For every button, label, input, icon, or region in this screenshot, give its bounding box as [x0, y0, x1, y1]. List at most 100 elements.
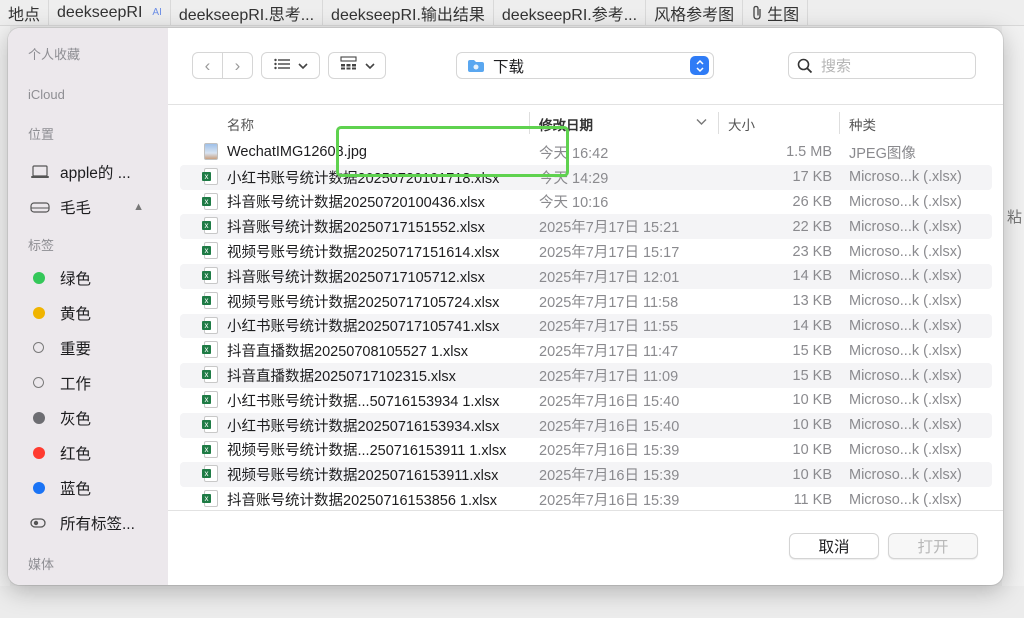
file-date: 2025年7月17日 11:55 — [539, 319, 679, 336]
file-name: 抖音账号统计数据20250720100436.xlsx — [227, 195, 485, 212]
excel-file-icon — [202, 390, 218, 408]
selection-highlight-box — [336, 126, 569, 177]
sidebar-item-tag[interactable]: 红色 — [8, 435, 168, 470]
cancel-button[interactable]: 取消 — [789, 533, 879, 559]
excel-file-icon — [202, 341, 218, 359]
file-row[interactable]: 抖音账号统计数据20250717151552.xlsx 2025年7月17日 15… — [180, 214, 992, 240]
file-row[interactable]: 视频号账号统计数据20250717151614.xlsx 2025年7月17日 1… — [180, 239, 992, 264]
column-name[interactable]: 名称 — [227, 114, 254, 134]
background-tab[interactable]: deekseepRI.思考... — [171, 0, 324, 25]
file-date: 2025年7月17日 12:01 — [539, 269, 680, 286]
tag-hollow-dot-icon — [30, 342, 54, 353]
sidebar-section-media: 媒体 — [28, 557, 55, 572]
search-icon — [797, 58, 813, 74]
eject-icon[interactable]: ▲ — [133, 201, 144, 213]
sidebar-item-tag[interactable]: 绿色 — [8, 260, 168, 295]
toolbar: ‹ › 下载 搜索 — [168, 28, 1003, 104]
sidebar-item-tag[interactable]: 黄色 — [8, 295, 168, 330]
sidebar-item-label: 灰色 — [60, 410, 92, 428]
open-button[interactable]: 打开 — [888, 533, 978, 559]
file-row[interactable]: 视频号账号统计数据...250716153911 1.xlsx 2025年7月16… — [180, 438, 992, 463]
background-tab[interactable]: deekseepRI AI — [49, 0, 171, 25]
file-size: 10 KB — [792, 392, 833, 409]
navigation-buttons: ‹ › — [192, 52, 253, 79]
group-view-button[interactable] — [328, 52, 386, 79]
sidebar-section-tags: 标签 — [28, 238, 55, 253]
file-date: 2025年7月17日 11:58 — [539, 294, 679, 311]
file-name: 抖音直播数据20250717102315.xlsx — [227, 369, 456, 386]
column-size[interactable]: 大小 — [728, 114, 755, 134]
file-browser: ‹ › 下载 搜索 名称 修改日期 大小 种类 WechatIMG12608.j… — [168, 28, 1003, 585]
file-kind: JPEG图像 — [849, 145, 916, 162]
file-row[interactable]: 小红书账号统计数据20250720101718.xlsx今天 14:2917 K… — [180, 164, 992, 190]
file-size: 14 KB — [792, 317, 833, 334]
grid-icon — [339, 56, 357, 75]
sidebar: 个人收藏 iCloud 位置 apple的 ... 毛毛 ▲ 标签 绿色 黄色 重要… — [8, 28, 168, 585]
file-row[interactable]: 小红书账号统计数据20250717105741.xlsx 2025年7月17日 1… — [180, 313, 992, 339]
file-row[interactable]: 抖音账号统计数据20250716153856 1.xlsx 2025年7月16日 … — [180, 487, 992, 510]
background-tab[interactable]: 风格参考图 — [646, 0, 744, 25]
search-placeholder: 搜索 — [821, 58, 852, 75]
forward-button[interactable]: › — [222, 53, 252, 78]
background-tab[interactable]: 生图 — [743, 0, 809, 25]
sidebar-section-icloud[interactable]: iCloud — [8, 80, 168, 120]
location-popup[interactable]: 下载 — [456, 52, 714, 79]
sidebar-item-tag[interactable]: 重要 — [8, 330, 168, 365]
file-row[interactable]: 抖音直播数据20250717102315.xlsx 2025年7月17日 11:0… — [180, 363, 992, 388]
chevron-down-icon[interactable] — [696, 114, 707, 129]
list-view-button[interactable] — [261, 52, 320, 79]
file-kind: Microso...k (.xlsx) — [849, 491, 962, 508]
file-name: 视频号账号统计数据20250717151614.xlsx — [227, 245, 500, 262]
drive-icon — [30, 200, 54, 214]
file-kind: Microso...k (.xlsx) — [849, 392, 962, 409]
sidebar-item-tag[interactable]: 蓝色 — [8, 470, 168, 505]
tag-hollow-dot-icon — [30, 377, 54, 388]
file-kind: Microso...k (.xlsx) — [849, 417, 962, 434]
file-list: WechatIMG12608.jpg今天 16:421.5 MBJPEG图像小红… — [180, 140, 992, 510]
all-tags-icon — [30, 517, 54, 529]
column-kind[interactable]: 种类 — [849, 114, 876, 134]
excel-file-icon — [202, 167, 218, 185]
image-file-icon — [204, 143, 218, 160]
excel-file-icon — [202, 291, 218, 309]
sidebar-item-tag[interactable]: 灰色 — [8, 400, 168, 435]
file-date: 2025年7月16日 15:40 — [539, 393, 680, 410]
back-button[interactable]: ‹ — [193, 53, 222, 78]
excel-file-icon — [202, 192, 218, 210]
file-date: 2025年7月16日 15:39 — [539, 443, 680, 460]
column-separator[interactable] — [839, 112, 840, 134]
open-file-dialog: 个人收藏 iCloud 位置 apple的 ... 毛毛 ▲ 标签 绿色 黄色 重要… — [8, 28, 1003, 585]
excel-file-icon — [202, 316, 218, 334]
excel-file-icon — [202, 490, 218, 508]
laptop-icon — [30, 164, 54, 179]
background-tab[interactable]: deekseepRI.输出结果 — [323, 0, 494, 25]
file-kind: Microso...k (.xlsx) — [849, 169, 962, 186]
file-name: 小红书账号统计数据20250716153934.xlsx — [227, 418, 500, 435]
file-row[interactable]: 抖音账号统计数据20250720100436.xlsx 今天 10:16 26 KB… — [180, 190, 992, 215]
location-label: 下载 — [493, 58, 525, 76]
file-date: 2025年7月17日 11:09 — [539, 369, 679, 386]
sidebar-item-tag[interactable]: 工作 — [8, 365, 168, 400]
file-row[interactable]: 视频号账号统计数据20250717105724.xlsx 2025年7月17日 1… — [180, 289, 992, 314]
column-separator[interactable] — [718, 112, 719, 134]
search-field[interactable]: 搜索 — [788, 52, 976, 79]
file-name: 抖音账号统计数据20250717105712.xlsx — [227, 269, 485, 286]
file-row[interactable]: WechatIMG12608.jpg 今天 16:42 1.5 MB JPEG图像 — [180, 140, 992, 165]
background-tab[interactable]: 地点 — [0, 0, 50, 25]
file-kind: Microso...k (.xlsx) — [849, 466, 962, 483]
file-row[interactable]: 视频号账号统计数据20250716153911.xlsx 2025年7月16日 1… — [180, 462, 992, 488]
sidebar-item-tag[interactable]: 所有标签... — [8, 505, 168, 540]
file-kind: Microso...k (.xlsx) — [849, 342, 962, 359]
file-row[interactable]: 小红书账号统计数据...50716153934 1.xlsx 2025年7月16日… — [180, 388, 992, 413]
sidebar-item-drive[interactable]: 毛毛 ▲ — [8, 189, 168, 224]
file-row[interactable]: 抖音账号统计数据20250717105712.xlsx 2025年7月17日 12… — [180, 263, 992, 289]
file-row[interactable]: 抖音直播数据20250708105527 1.xlsx 2025年7月17日 11… — [180, 338, 992, 363]
background-tab[interactable]: deekseepRI.参考... — [494, 0, 647, 25]
file-row[interactable]: 小红书账号统计数据20250716153934.xlsx 2025年7月16日 1… — [180, 412, 992, 438]
file-name: 小红书账号统计数据20250717105741.xlsx — [227, 319, 500, 336]
sidebar-section-locations: 位置 — [28, 127, 55, 142]
file-date: 今天 10:16 — [539, 195, 609, 212]
background-tab-label: deekseepRI.输出结果 — [331, 6, 485, 24]
excel-file-icon — [202, 366, 218, 384]
sidebar-item-computer[interactable]: apple的 ... — [8, 154, 168, 189]
